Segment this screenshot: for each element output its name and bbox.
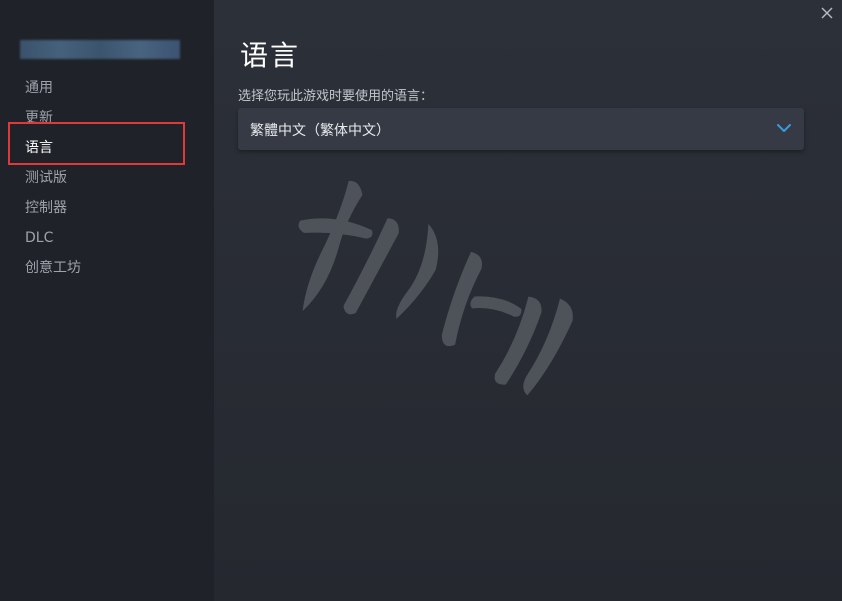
watermark-logo [298, 180, 573, 396]
language-dropdown[interactable]: 繁體中文（繁体中文） [238, 108, 804, 150]
close-icon[interactable] [818, 4, 836, 22]
sidebar-item-controller[interactable]: 控制器 [0, 195, 214, 225]
language-dropdown-value: 繁體中文（繁体中文） [250, 123, 390, 139]
sidebar-item-workshop[interactable]: 创意工坊 [0, 255, 214, 285]
sidebar-item-general[interactable]: 通用 [0, 75, 214, 105]
sidebar: 通用 更新 语言 测试版 控制器 DLC 创意工坊 [0, 0, 214, 601]
sidebar-item-dlc[interactable]: DLC [0, 225, 214, 255]
chevron-down-icon [777, 124, 791, 132]
page-title: 语言 [240, 39, 301, 72]
sidebar-nav: 通用 更新 语言 测试版 控制器 DLC 创意工坊 [0, 75, 214, 285]
language-prompt: 选择您玩此游戏时要使用的语言： [238, 89, 434, 104]
sidebar-item-betas[interactable]: 测试版 [0, 165, 214, 195]
highlight-annotation-box [8, 122, 185, 165]
blurred-app-title [20, 40, 180, 59]
